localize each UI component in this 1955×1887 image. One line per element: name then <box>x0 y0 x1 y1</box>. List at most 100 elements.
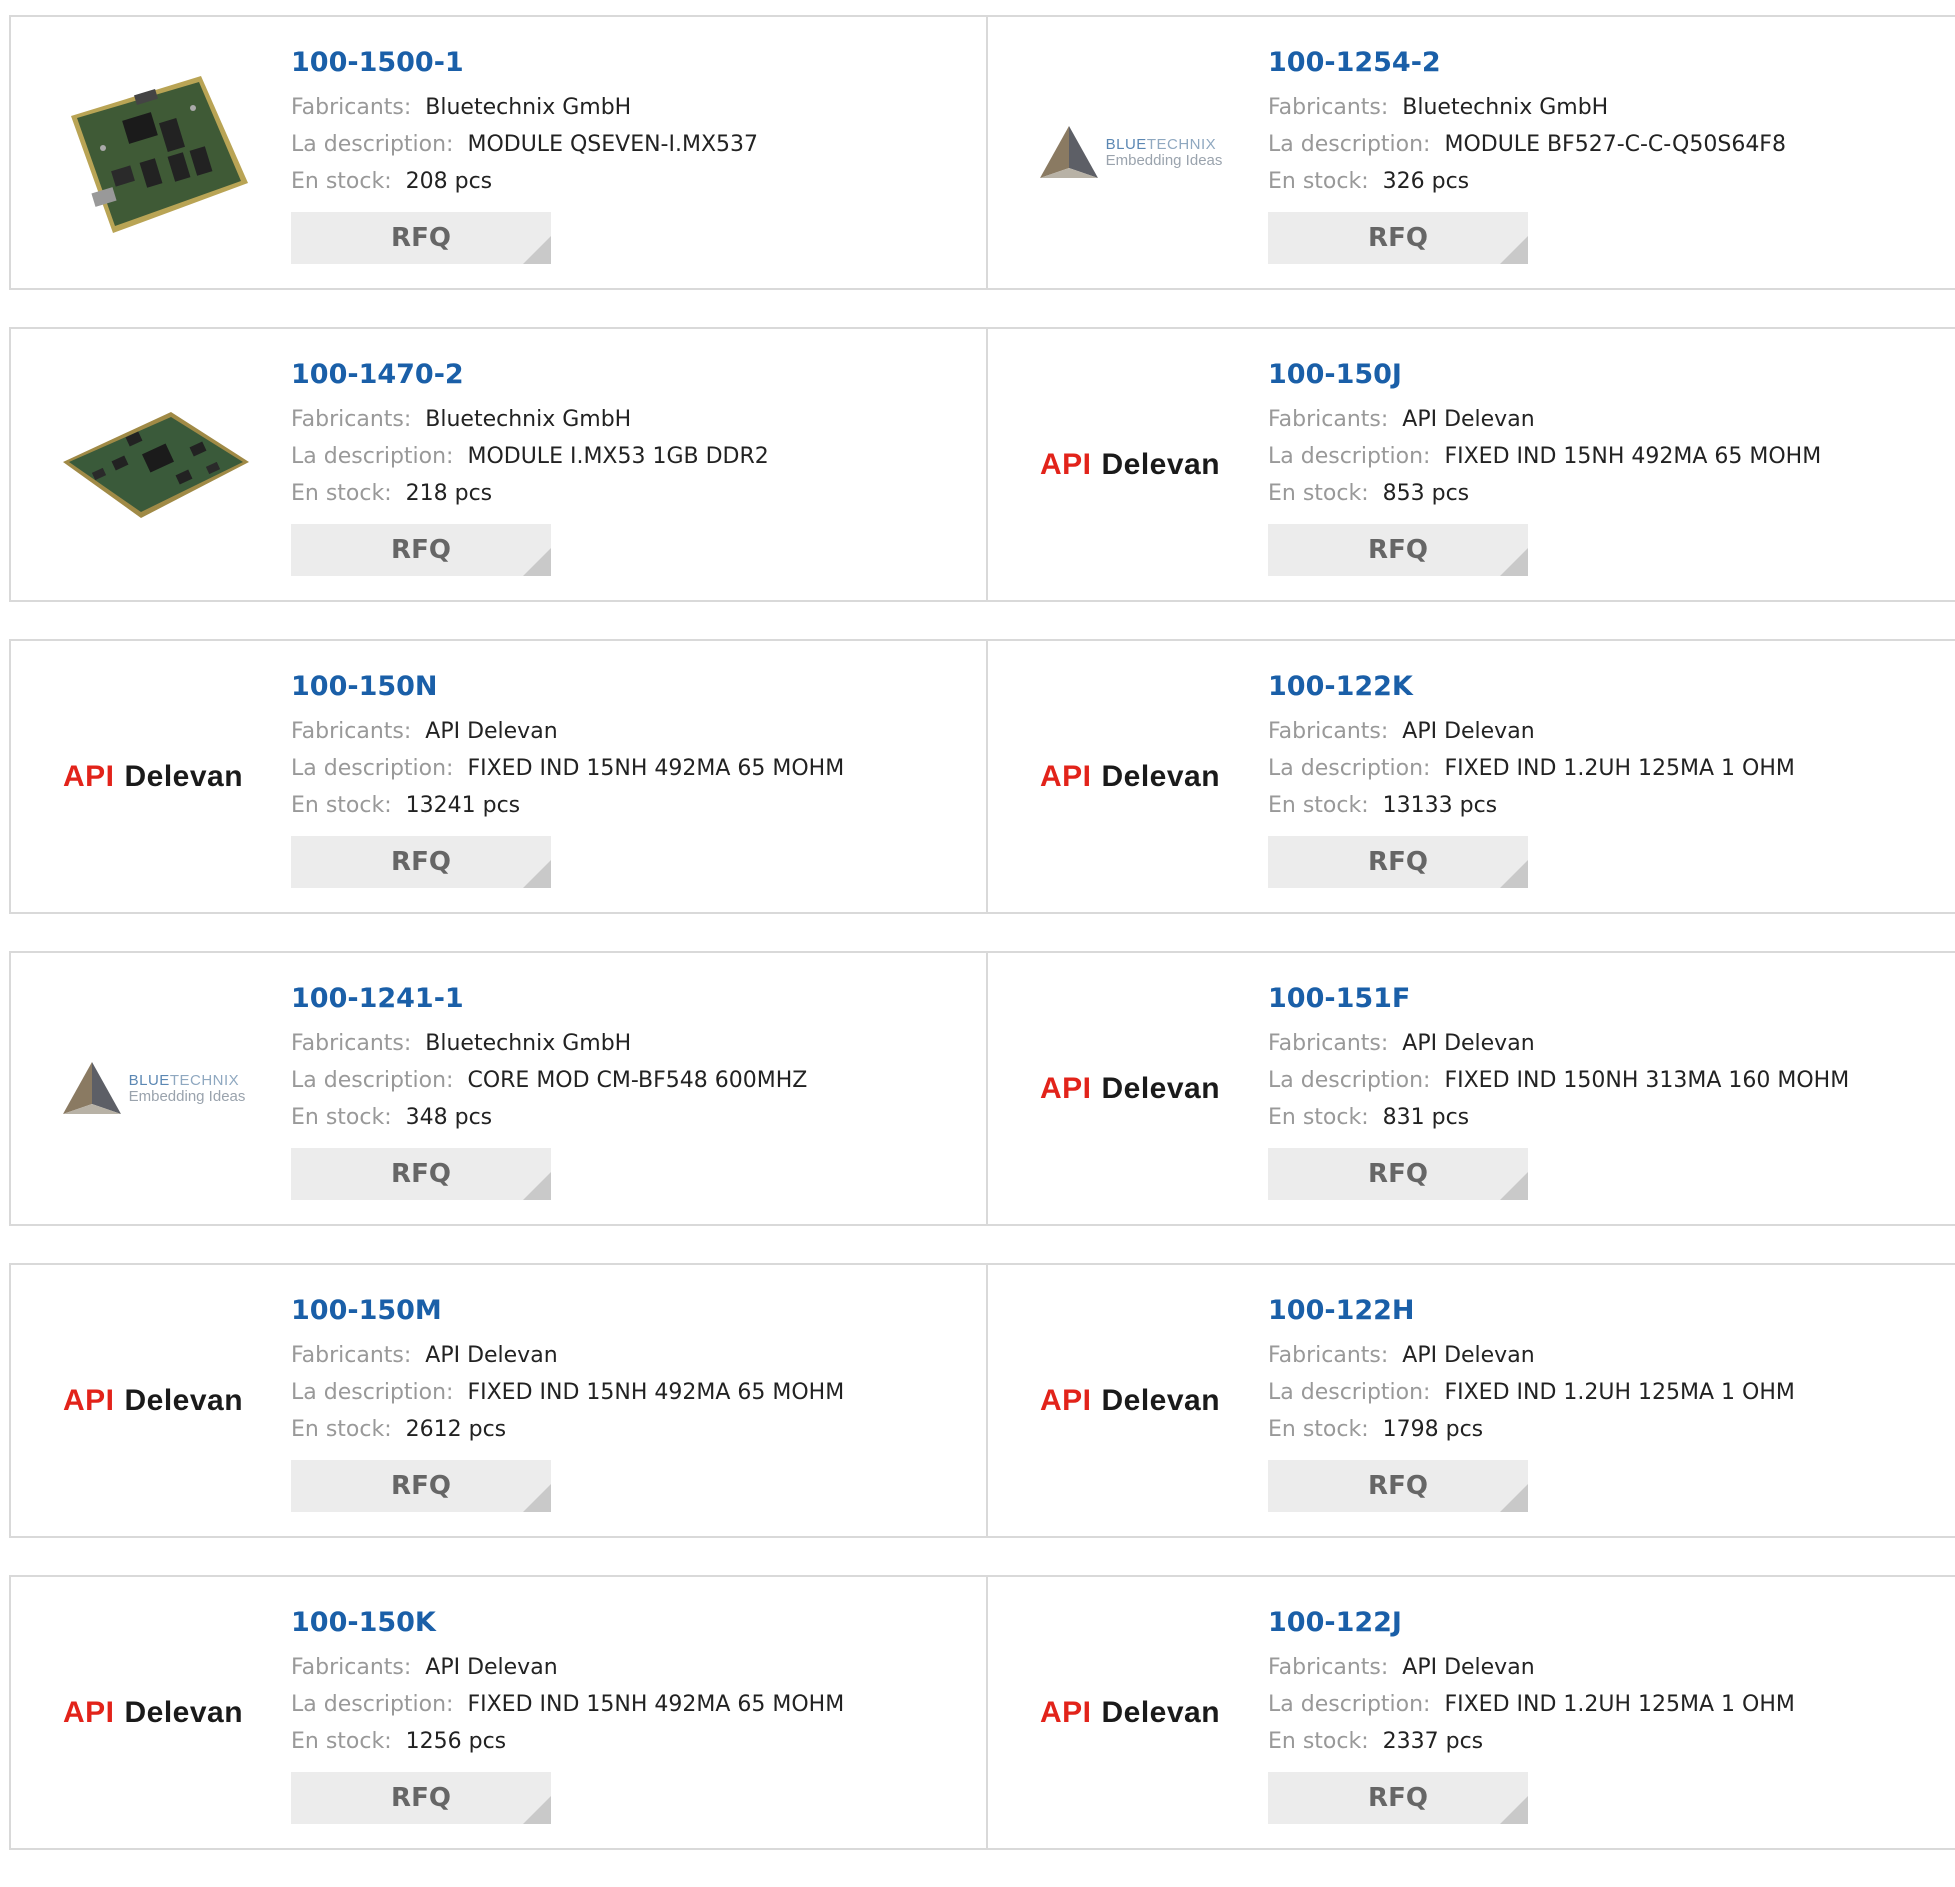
stock-value: 326 pcs <box>1382 169 1470 194</box>
manufacturer-label: Fabricants: <box>291 95 412 120</box>
product-card: 100-1500-1 Fabricants: Bluetechnix GmbH L… <box>9 17 986 288</box>
corner-triangle-icon <box>1500 548 1528 576</box>
product-image[interactable]: API Delevan <box>1026 1301 1234 1501</box>
description-label: La description: <box>1268 1068 1431 1093</box>
manufacturer-value: Bluetechnix GmbH <box>425 95 632 120</box>
product-image[interactable]: BLUETECHNIX Embedding Ideas <box>1026 53 1234 253</box>
stock-row: En stock: 208 pcs <box>291 163 976 200</box>
rfq-label: RFQ <box>1368 1783 1428 1813</box>
rfq-button[interactable]: RFQ <box>291 212 551 264</box>
rfq-button[interactable]: RFQ <box>1268 1460 1528 1512</box>
manufacturer-value: API Delevan <box>1402 407 1535 432</box>
product-image[interactable]: API Delevan <box>49 1613 257 1813</box>
product-image[interactable]: BLUETECHNIX Embedding Ideas <box>49 989 257 1189</box>
description-row: La description: FIXED IND 1.2UH 125MA 1 O… <box>1268 1374 1945 1411</box>
description-label: La description: <box>291 1380 454 1405</box>
stock-label: En stock: <box>291 1729 392 1754</box>
rfq-button[interactable]: RFQ <box>291 836 551 888</box>
description-value: MODULE I.MX53 1GB DDR2 <box>467 444 769 469</box>
manufacturer-row: Fabricants: API Delevan <box>1268 1025 1945 1062</box>
product-image[interactable]: API Delevan <box>49 677 257 877</box>
product-card: API Delevan 100-151F Fabricants: API Delev… <box>986 953 1955 1224</box>
manufacturer-label: Fabricants: <box>291 407 412 432</box>
product-image[interactable]: API Delevan <box>1026 677 1234 877</box>
manufacturer-value: API Delevan <box>1402 719 1535 744</box>
rfq-button[interactable]: RFQ <box>1268 524 1528 576</box>
stock-label: En stock: <box>291 481 392 506</box>
part-number-link[interactable]: 100-150M <box>291 1293 976 1329</box>
manufacturer-label: Fabricants: <box>291 1655 412 1680</box>
product-card: API Delevan 100-122H Fabricants: API Delev… <box>986 1265 1955 1536</box>
manufacturer-row: Fabricants: API Delevan <box>291 1649 976 1686</box>
rfq-button[interactable]: RFQ <box>1268 212 1528 264</box>
manufacturer-row: Fabricants: API Delevan <box>1268 1649 1945 1686</box>
product-row: API Delevan 100-150N Fabricants: API Delev… <box>9 639 1955 914</box>
part-number-link[interactable]: 100-150N <box>291 669 976 705</box>
part-number-link[interactable]: 100-150J <box>1268 357 1945 393</box>
corner-triangle-icon <box>523 860 551 888</box>
description-value: MODULE QSEVEN-I.MX537 <box>467 132 759 157</box>
part-number-link[interactable]: 100-1241-1 <box>291 981 976 1017</box>
part-number-link[interactable]: 100-1500-1 <box>291 45 976 81</box>
part-number-link[interactable]: 100-122K <box>1268 669 1945 705</box>
part-number-link[interactable]: 100-1254-2 <box>1268 45 1945 81</box>
rfq-button[interactable]: RFQ <box>291 1148 551 1200</box>
api-delevan-logo: API Delevan <box>1039 1072 1221 1105</box>
manufacturer-value: API Delevan <box>425 1655 558 1680</box>
product-row: BLUETECHNIX Embedding Ideas 100-1241-1 F… <box>9 951 1955 1226</box>
rfq-button[interactable]: RFQ <box>1268 1148 1528 1200</box>
manufacturer-label: Fabricants: <box>291 1343 412 1368</box>
stock-value: 2337 pcs <box>1382 1729 1484 1754</box>
product-image[interactable] <box>49 53 257 253</box>
product-image[interactable]: API Delevan <box>1026 365 1234 565</box>
pyramid-icon <box>1039 126 1098 178</box>
manufacturer-row: Fabricants: Bluetechnix GmbH <box>291 1025 976 1062</box>
manufacturer-label: Fabricants: <box>1268 95 1389 120</box>
stock-label: En stock: <box>291 1417 392 1442</box>
manufacturer-row: Fabricants: API Delevan <box>1268 713 1945 750</box>
stock-value: 348 pcs <box>405 1105 493 1130</box>
part-number-link[interactable]: 100-122J <box>1268 1605 1945 1641</box>
corner-triangle-icon <box>523 236 551 264</box>
product-card: API Delevan 100-150J Fabricants: API Delev… <box>986 329 1955 600</box>
product-card: API Delevan 100-150K Fabricants: API Delev… <box>9 1577 986 1848</box>
rfq-button[interactable]: RFQ <box>291 1772 551 1824</box>
product-image[interactable]: API Delevan <box>49 1301 257 1501</box>
bluetechnix-logo: BLUETECHNIX Embedding Ideas <box>61 1060 245 1118</box>
product-image[interactable] <box>49 365 257 565</box>
product-card: BLUETECHNIX Embedding Ideas 100-1241-1 F… <box>9 953 986 1224</box>
corner-triangle-icon <box>523 1172 551 1200</box>
part-number-link[interactable]: 100-122H <box>1268 1293 1945 1329</box>
rfq-button[interactable]: RFQ <box>1268 836 1528 888</box>
stock-label: En stock: <box>1268 169 1369 194</box>
stock-value: 208 pcs <box>405 169 493 194</box>
product-card: BLUETECHNIX Embedding Ideas 100-1254-2 F… <box>986 17 1955 288</box>
rfq-label: RFQ <box>391 223 451 253</box>
rfq-label: RFQ <box>1368 535 1428 565</box>
part-number-link[interactable]: 100-151F <box>1268 981 1945 1017</box>
manufacturer-value: API Delevan <box>1402 1031 1535 1056</box>
rfq-button[interactable]: RFQ <box>291 1460 551 1512</box>
rfq-button[interactable]: RFQ <box>1268 1772 1528 1824</box>
stock-row: En stock: 1798 pcs <box>1268 1411 1945 1448</box>
product-grid: 100-1500-1 Fabricants: Bluetechnix GmbH L… <box>9 15 1955 1887</box>
product-image[interactable]: API Delevan <box>1026 1613 1234 1813</box>
corner-triangle-icon <box>1500 1484 1528 1512</box>
corner-triangle-icon <box>523 1796 551 1824</box>
api-delevan-logo: API Delevan <box>1039 1696 1221 1729</box>
part-number-link[interactable]: 100-1470-2 <box>291 357 976 393</box>
rfq-button[interactable]: RFQ <box>291 524 551 576</box>
product-row: 100-1470-2 Fabricants: Bluetechnix GmbH L… <box>9 327 1955 602</box>
corner-triangle-icon <box>1500 1796 1528 1824</box>
stock-row: En stock: 1256 pcs <box>291 1723 976 1760</box>
stock-value: 1798 pcs <box>1382 1417 1484 1442</box>
product-image[interactable]: API Delevan <box>1026 989 1234 1189</box>
api-delevan-logo: API Delevan <box>1039 448 1221 481</box>
manufacturer-row: Fabricants: API Delevan <box>1268 1337 1945 1374</box>
description-label: La description: <box>1268 1692 1431 1717</box>
description-value: FIXED IND 1.2UH 125MA 1 OHM <box>1444 1380 1795 1405</box>
manufacturer-label: Fabricants: <box>291 1031 412 1056</box>
stock-row: En stock: 831 pcs <box>1268 1099 1945 1136</box>
part-number-link[interactable]: 100-150K <box>291 1605 976 1641</box>
manufacturer-value: Bluetechnix GmbH <box>425 1031 632 1056</box>
